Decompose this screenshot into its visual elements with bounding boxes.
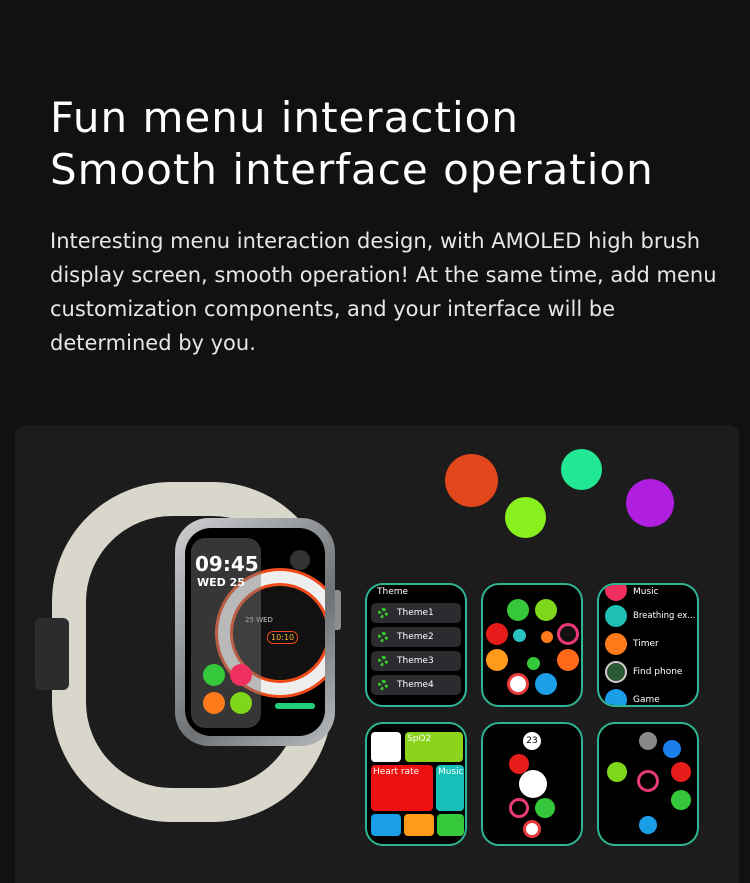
activity-icon[interactable] — [637, 770, 659, 792]
contacts-tile[interactable] — [371, 814, 401, 836]
workout-icon[interactable] — [535, 599, 557, 621]
day: WED — [197, 576, 226, 589]
stethoscope-icon[interactable] — [557, 649, 579, 671]
clock-time: 09:45 — [195, 552, 259, 576]
calendar-tile[interactable] — [404, 814, 434, 836]
phone-icon[interactable] — [203, 664, 225, 686]
list-item[interactable]: Music — [633, 587, 659, 597]
activity-icon[interactable] — [509, 798, 529, 818]
spo2-icon[interactable] — [523, 820, 541, 838]
heart-icon[interactable] — [486, 623, 508, 645]
music-icon[interactable] — [230, 664, 252, 686]
title-line-2: Smooth interface operation — [50, 145, 654, 194]
color-dot-orange — [445, 454, 498, 507]
music-tile[interactable]: Music — [436, 765, 464, 811]
tiles-screen: SpO2 Heart rate Music — [365, 722, 467, 846]
breathing-icon[interactable] — [605, 605, 627, 627]
find-phone-icon[interactable] — [605, 661, 627, 683]
description: Interesting menu interaction design, wit… — [50, 229, 717, 355]
phone-tile[interactable] — [437, 814, 464, 836]
heart-rate-tile[interactable]: Heart rate — [371, 765, 433, 811]
list-item[interactable]: Find phone — [633, 667, 682, 677]
theme-label: Theme3 — [397, 656, 434, 666]
clock-date: WED 25 — [197, 576, 245, 589]
music-icon[interactable] — [605, 585, 627, 601]
contacts-icon[interactable] — [639, 816, 657, 834]
heart-rate-icon[interactable] — [203, 692, 225, 714]
theme-label: Theme4 — [397, 680, 434, 690]
color-dot-lime — [505, 497, 546, 538]
smartwatch: 10:10 25 WED 09:45 WED 25 — [175, 518, 335, 746]
sleep-icon[interactable] — [513, 629, 526, 642]
strap-clasp — [35, 618, 69, 690]
theme-icon — [378, 608, 388, 618]
list-item[interactable]: Breathing ex... — [633, 611, 695, 621]
timer-icon[interactable] — [605, 633, 627, 655]
heart-icon[interactable] — [671, 762, 691, 782]
message-icon[interactable] — [527, 657, 540, 670]
spo2-tile[interactable]: SpO2 — [405, 732, 463, 762]
date: 25 — [229, 576, 245, 589]
nfc-icon[interactable] — [663, 740, 681, 758]
contacts-icon[interactable] — [535, 673, 557, 695]
calendar-icon[interactable] — [486, 649, 508, 671]
scattered-app-screen — [597, 722, 699, 846]
grid-clock-screen: 23 — [481, 722, 583, 846]
sleep-icon[interactable] — [290, 550, 310, 570]
page-title: Fun menu interaction Smooth interface op… — [50, 92, 654, 196]
bubble-app-screen — [481, 583, 583, 707]
calendar-date-icon[interactable]: 23 — [523, 732, 541, 750]
theme-label: Theme1 — [397, 608, 434, 618]
theme-icon — [378, 632, 388, 642]
list-item[interactable]: Timer — [633, 639, 659, 649]
list-item[interactable]: Game — [633, 695, 660, 705]
workout-icon[interactable] — [607, 762, 627, 782]
theme-item[interactable]: Theme1 — [371, 603, 461, 623]
theme-icon — [378, 680, 388, 690]
title-line-1: Fun menu interaction — [50, 93, 519, 142]
spo2-icon[interactable] — [507, 673, 529, 695]
digital-time-small: 10:10 — [267, 631, 299, 644]
list-app-screen: Music Breathing ex... Timer Find phone G… — [597, 583, 699, 707]
theme-title: Theme — [377, 587, 409, 597]
color-dot-purple — [626, 479, 674, 527]
clock-face-icon[interactable] — [519, 770, 547, 798]
theme-item[interactable]: Theme2 — [371, 627, 461, 647]
battery-arc — [275, 703, 315, 709]
activity-icon[interactable] — [557, 623, 579, 645]
theme-screen: Theme Theme1 Theme2 Theme3 Theme4 — [365, 583, 467, 707]
activity-tile[interactable] — [371, 732, 401, 762]
color-dot-mint — [561, 449, 602, 490]
settings-icon[interactable] — [639, 732, 657, 750]
theme-label: Theme2 — [397, 632, 434, 642]
workout-icon[interactable] — [230, 692, 252, 714]
message-icon[interactable] — [535, 798, 555, 818]
game-icon[interactable] — [605, 689, 627, 705]
theme-item[interactable]: Theme4 — [371, 675, 461, 695]
timer-icon[interactable] — [541, 631, 553, 643]
phone-icon[interactable] — [507, 599, 529, 621]
phone-icon[interactable] — [671, 790, 691, 810]
theme-icon — [378, 656, 388, 666]
theme-item[interactable]: Theme3 — [371, 651, 461, 671]
watch-screen: 10:10 25 WED 09:45 WED 25 — [185, 528, 325, 736]
